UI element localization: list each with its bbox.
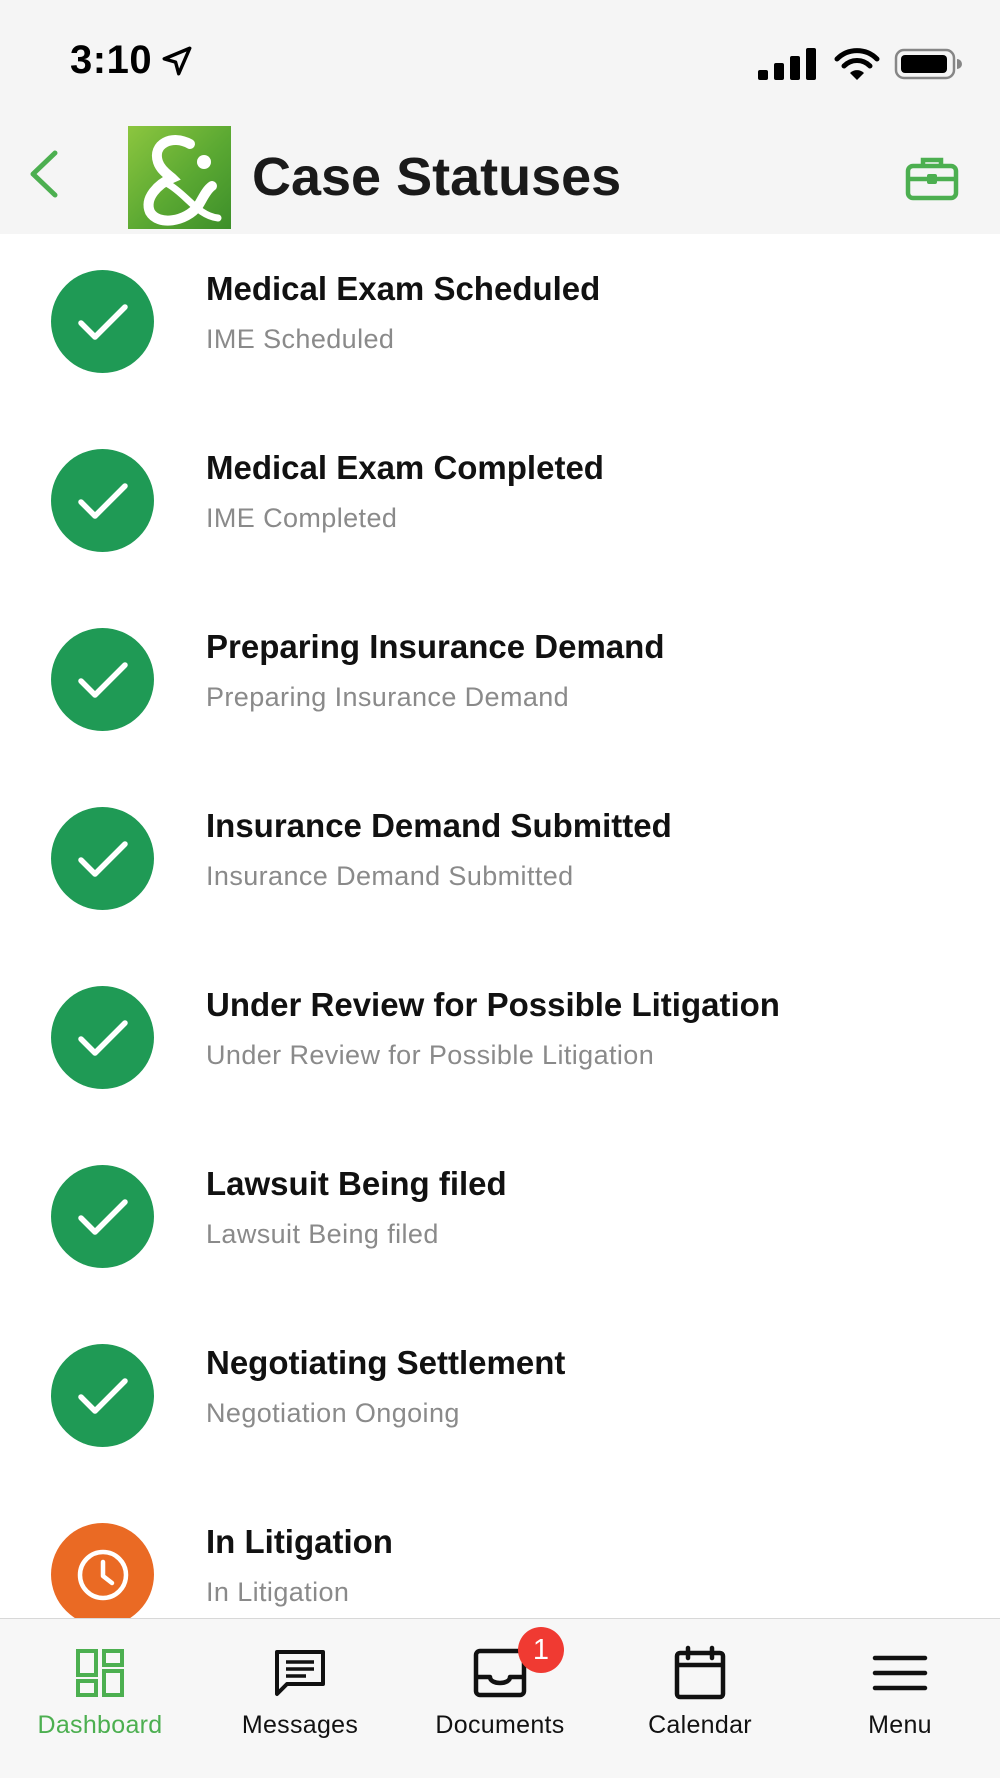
status-title: Medical Exam Scheduled xyxy=(206,270,601,307)
messages-icon xyxy=(270,1643,330,1703)
status-subtitle: IME Completed xyxy=(206,503,398,533)
status-subtitle: Insurance Demand Submitted xyxy=(206,861,574,891)
status-completed-circle xyxy=(51,1344,154,1447)
cellular-signal-icon xyxy=(758,48,816,80)
checkmark-icon xyxy=(77,840,128,877)
checkmark-icon xyxy=(77,482,128,519)
tab-menu[interactable]: Menu xyxy=(800,1619,1000,1779)
status-item[interactable]: Lawsuit Being filed Lawsuit Being filed xyxy=(0,1129,1000,1308)
status-item[interactable]: Negotiating Settlement Negotiation Ongoi… xyxy=(0,1308,1000,1487)
checkmark-icon xyxy=(77,661,128,698)
status-subtitle: Under Review for Possible Litigation xyxy=(206,1040,655,1070)
checkmark-icon xyxy=(77,303,128,340)
battery-icon xyxy=(894,48,962,80)
tab-documents[interactable]: 1 Documents xyxy=(400,1619,600,1779)
status-completed-circle xyxy=(51,270,154,373)
status-completed-circle xyxy=(51,449,154,552)
status-item[interactable]: Preparing Insurance Demand Preparing Ins… xyxy=(0,592,1000,771)
location-arrow-icon xyxy=(162,46,192,76)
status-completed-circle xyxy=(51,628,154,731)
tab-bar: Dashboard Messages 1 Documents Calendar … xyxy=(0,1618,1000,1778)
status-in-progress-circle xyxy=(51,1523,154,1618)
status-title: Insurance Demand Submitted xyxy=(206,807,672,844)
status-subtitle: Lawsuit Being filed xyxy=(206,1219,439,1249)
tab-label: Messages xyxy=(241,1711,359,1739)
status-indicators xyxy=(758,44,962,84)
status-title: Negotiating Settlement xyxy=(206,1344,566,1381)
status-title: Medical Exam Completed xyxy=(206,449,604,486)
status-title: In Litigation xyxy=(206,1523,393,1560)
dashboard-icon xyxy=(70,1643,130,1703)
briefcase-icon xyxy=(905,157,959,201)
notification-badge: 1 xyxy=(518,1627,564,1673)
status-subtitle: In Litigation xyxy=(206,1577,350,1607)
tab-label: Calendar xyxy=(648,1711,752,1739)
checkmark-icon xyxy=(77,1019,128,1056)
back-button[interactable] xyxy=(14,144,74,204)
tab-messages[interactable]: Messages xyxy=(200,1619,400,1779)
briefcase-button[interactable] xyxy=(904,152,960,204)
calendar-icon xyxy=(670,1643,730,1703)
tab-label: Menu xyxy=(868,1711,932,1739)
status-bar: 3:10 xyxy=(0,0,1000,110)
status-item[interactable]: Under Review for Possible Litigation Und… xyxy=(0,950,1000,1129)
status-completed-circle xyxy=(51,807,154,910)
status-completed-circle xyxy=(51,1165,154,1268)
status-completed-circle xyxy=(51,986,154,1089)
status-title: Lawsuit Being filed xyxy=(206,1165,507,1202)
tab-dashboard[interactable]: Dashboard xyxy=(0,1619,200,1779)
checkmark-icon xyxy=(77,1198,128,1235)
status-title: Under Review for Possible Litigation xyxy=(206,986,780,1023)
status-title: Preparing Insurance Demand xyxy=(206,628,665,665)
app-logo xyxy=(128,126,231,229)
wifi-icon xyxy=(834,48,880,80)
tab-label: Documents xyxy=(435,1711,565,1739)
menu-icon xyxy=(870,1643,930,1703)
checkmark-icon xyxy=(77,1377,128,1414)
status-item[interactable]: Medical Exam Completed IME Completed xyxy=(0,413,1000,592)
status-item[interactable]: Medical Exam Scheduled IME Scheduled xyxy=(0,234,1000,413)
status-item[interactable]: Insurance Demand Submitted Insurance Dem… xyxy=(0,771,1000,950)
tab-calendar[interactable]: Calendar xyxy=(600,1619,800,1779)
clock-icon xyxy=(77,1549,128,1600)
page-title: Case Statuses xyxy=(252,147,622,207)
status-subtitle: Preparing Insurance Demand xyxy=(206,682,570,712)
tab-label: Dashboard xyxy=(37,1711,163,1739)
status-time: 3:10 xyxy=(70,38,153,82)
navigation-bar: Case Statuses xyxy=(0,110,1000,234)
status-subtitle: IME Scheduled xyxy=(206,324,395,354)
status-list[interactable]: Medical Exam Scheduled IME Scheduled Med… xyxy=(0,234,1000,1618)
ampersand-logo-icon xyxy=(143,135,222,226)
status-subtitle: Negotiation Ongoing xyxy=(206,1398,460,1428)
status-item[interactable]: In Litigation In Litigation xyxy=(0,1487,1000,1618)
chevron-left-icon xyxy=(30,150,58,198)
